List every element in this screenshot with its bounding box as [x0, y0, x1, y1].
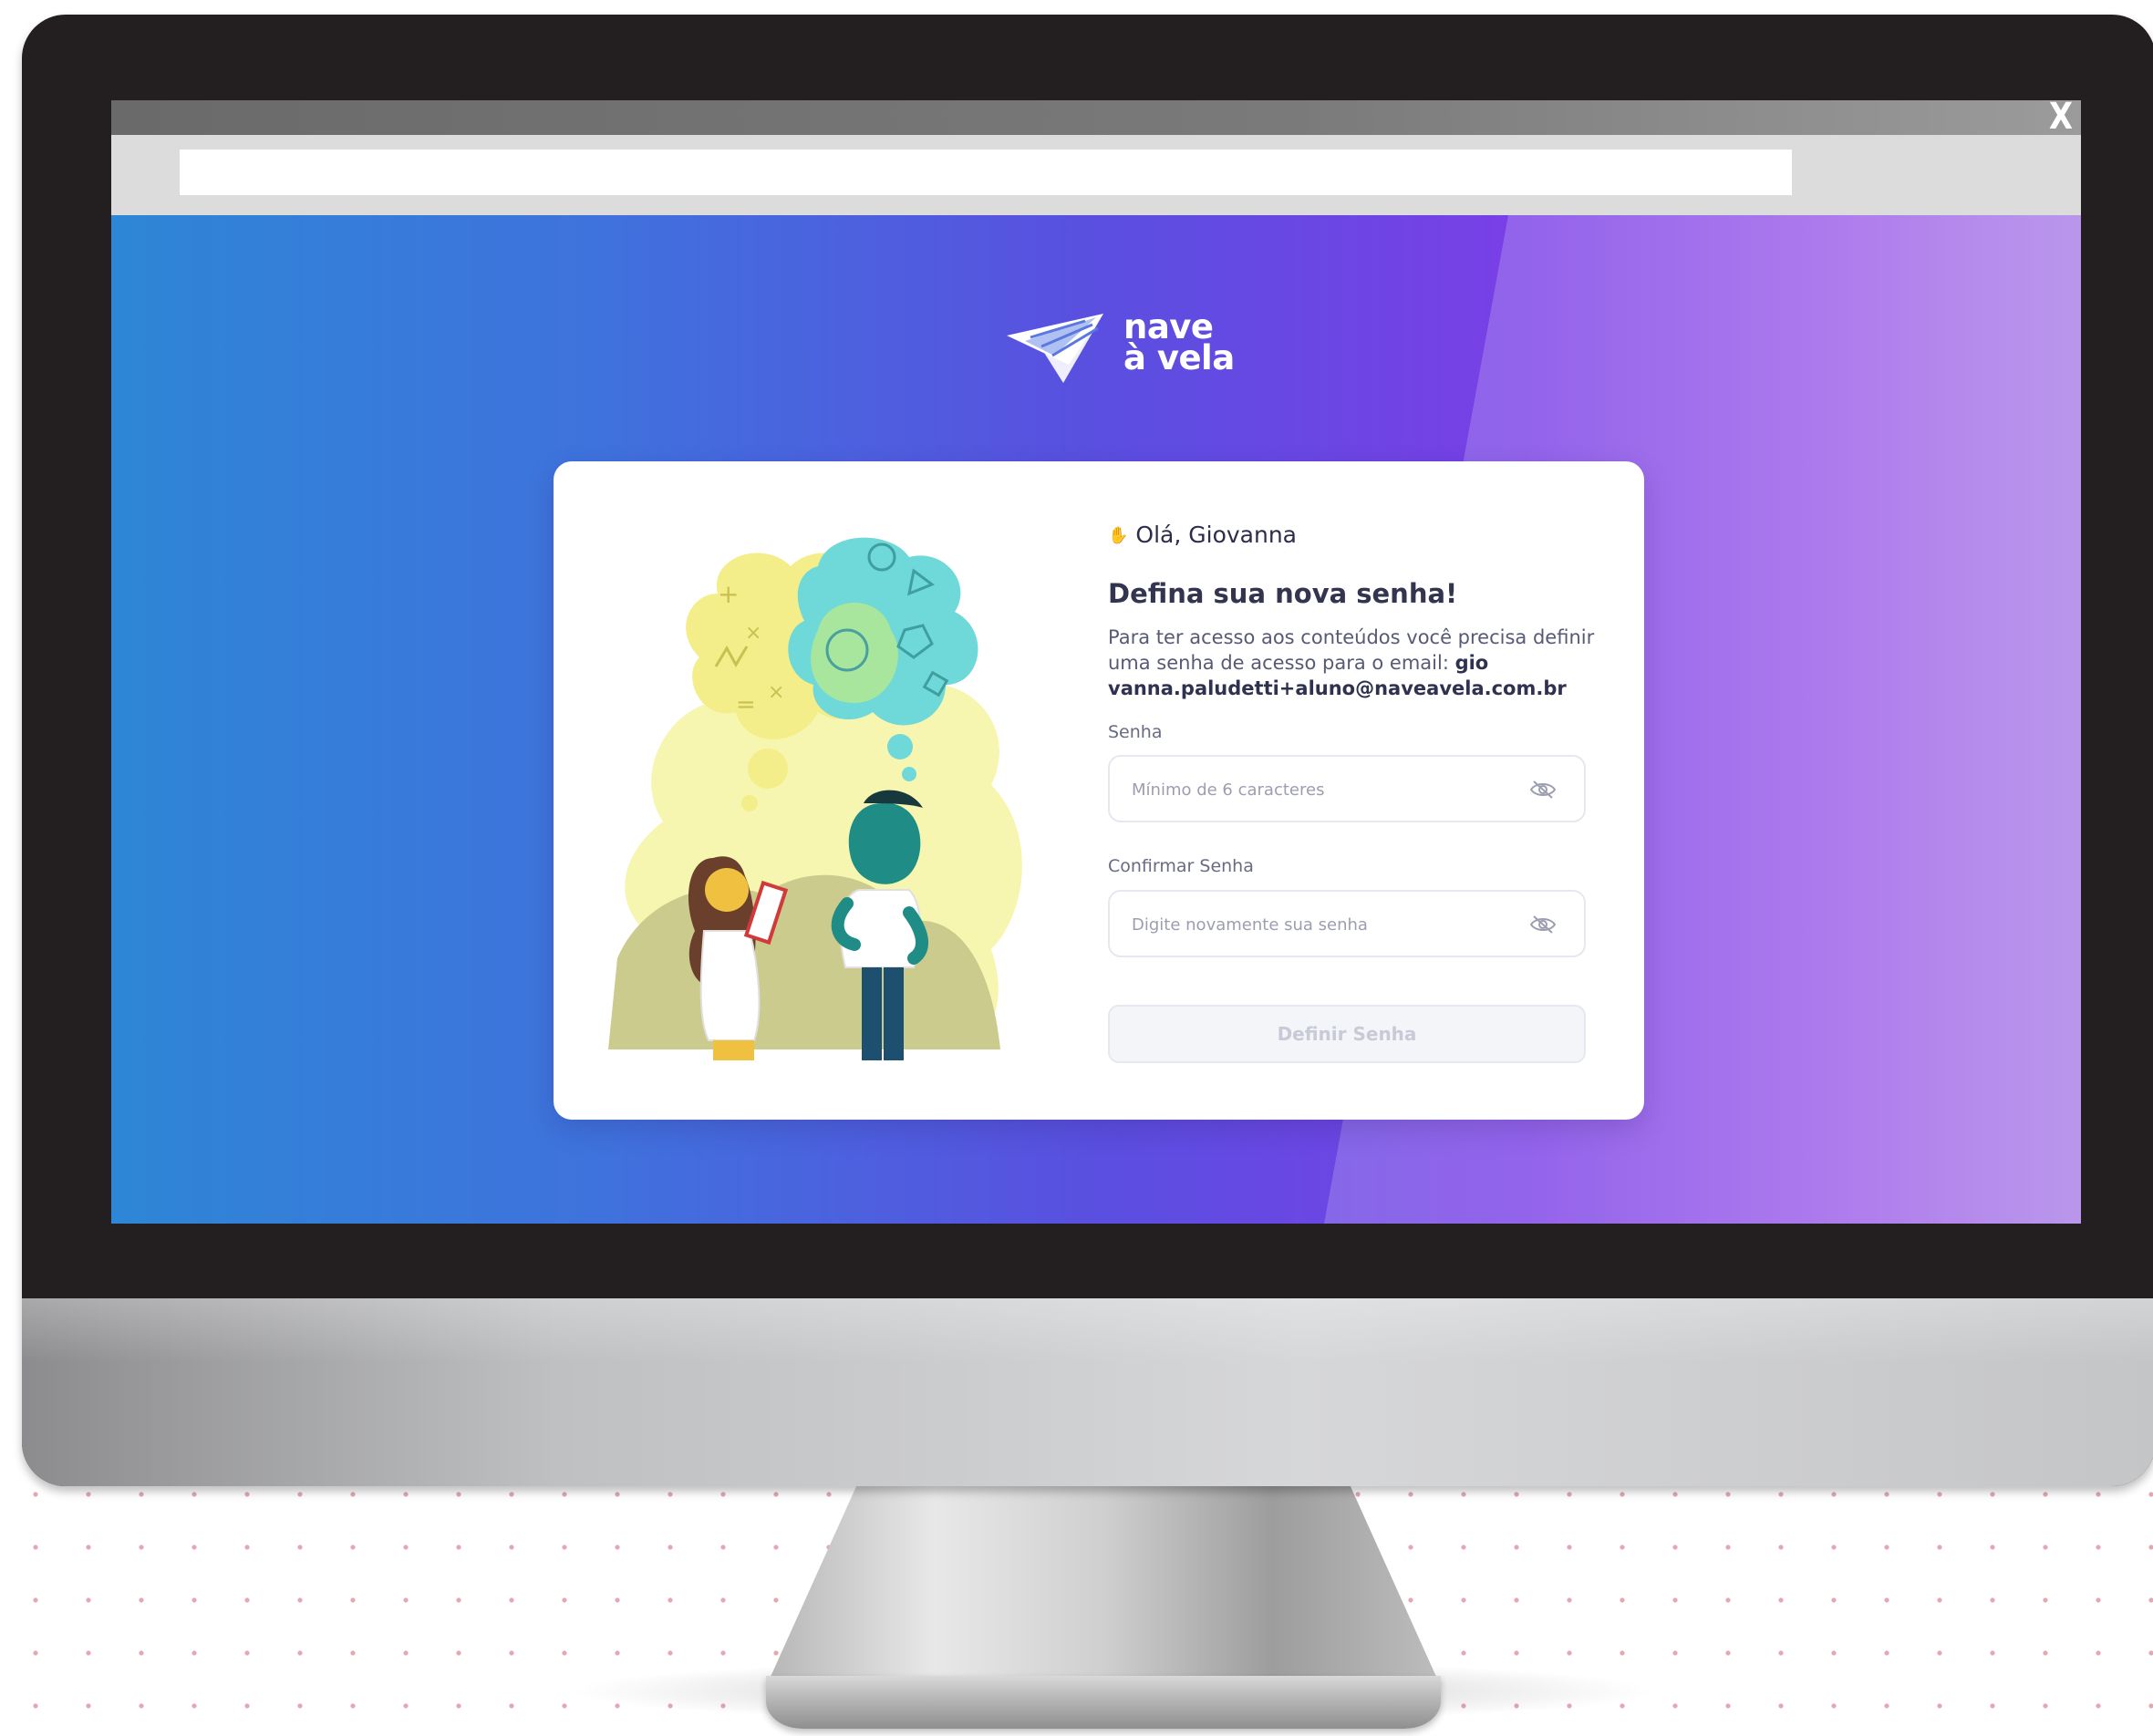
define-password-button[interactable]: Definir Senha [1108, 1005, 1586, 1063]
monitor-chin [22, 1298, 2153, 1486]
confirm-password-field-wrapper [1108, 890, 1586, 957]
svg-text:×: × [745, 622, 761, 645]
monitor-stand [766, 1477, 1441, 1687]
greeting-text: Olá, Giovanna [1135, 522, 1297, 548]
paper-plane-icon [1007, 314, 1103, 383]
password-card: + × = × ✋ Olá, Giovanna Defina sua nova … [554, 461, 1644, 1120]
logo: nave à vela [1005, 308, 1242, 390]
password-label: Senha [1108, 722, 1163, 742]
illustration: + × = × [608, 537, 1022, 1060]
description-text: Para ter acesso aos conteúdos você preci… [1108, 626, 1595, 674]
eye-off-icon[interactable] [1529, 779, 1557, 801]
monitor-base [766, 1676, 1441, 1729]
browser-toolbar [111, 135, 2081, 215]
svg-text:×: × [768, 681, 784, 704]
password-field-wrapper [1108, 755, 1586, 822]
description-email-part-2: vanna.paludetti+aluno@naveavela.com.br [1108, 677, 1567, 699]
address-bar[interactable] [180, 150, 1792, 195]
svg-text:=: = [736, 691, 756, 718]
browser-titlebar: X [111, 100, 2081, 135]
svg-text:+: + [718, 579, 739, 609]
confirm-password-input[interactable] [1130, 892, 1516, 957]
logo-text: nave à vela [1123, 310, 1235, 377]
screen: X nave à vela + × = × ✋ Olá, Giovanna De… [111, 100, 2081, 1224]
greeting: ✋ Olá, Giovanna [1108, 522, 1297, 548]
waving-hand-icon: ✋ [1108, 526, 1129, 545]
form-description: Para ter acesso aos conteúdos você preci… [1108, 625, 1600, 701]
eye-off-icon[interactable] [1529, 914, 1557, 935]
logo-line-2: à vela [1123, 338, 1235, 377]
password-input[interactable] [1130, 757, 1516, 822]
confirm-password-label: Confirmar Senha [1108, 856, 1254, 876]
form-title: Defina sua nova senha! [1108, 578, 1458, 609]
close-icon[interactable]: X [2045, 100, 2076, 135]
description-email-part-1: gio [1454, 652, 1489, 674]
